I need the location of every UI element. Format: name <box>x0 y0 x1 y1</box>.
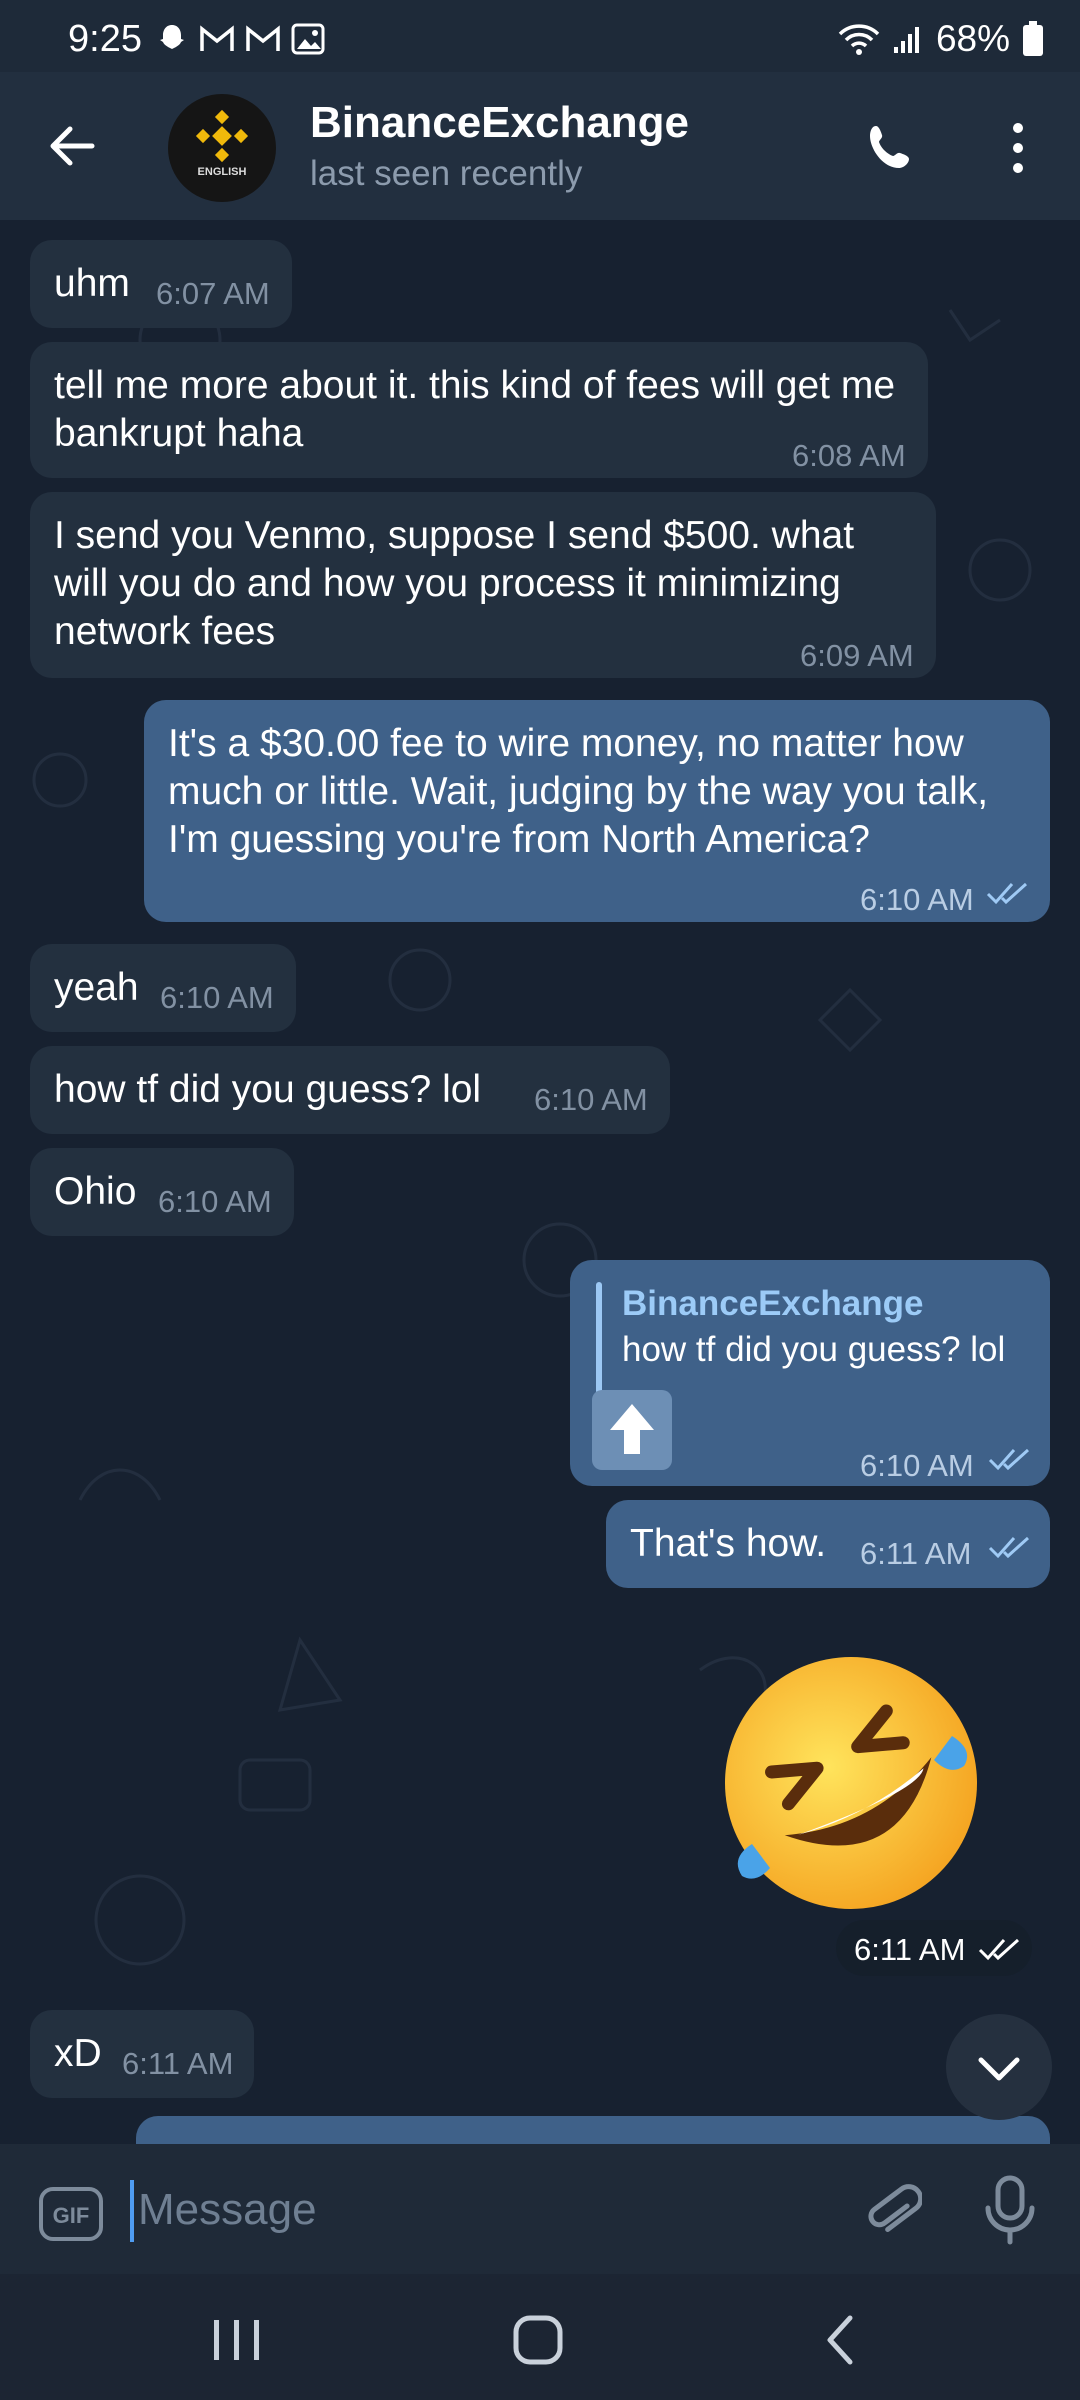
reply-author[interactable]: BinanceExchange <box>622 1280 924 1328</box>
scroll-to-bottom-button[interactable] <box>946 2014 1052 2120</box>
message-text: I send you Venmo, suppose I send $500. w… <box>54 514 855 653</box>
message-composer: GIF <box>0 2144 1080 2274</box>
recent-apps-icon[interactable] <box>206 2310 266 2370</box>
message-text: That's how. <box>630 1522 827 1565</box>
last-seen-status: last seen recently <box>310 154 583 193</box>
double-check-icon <box>988 1448 1030 1471</box>
wifi-icon <box>838 24 880 55</box>
message-time: 6:11 AM <box>122 2046 234 2081</box>
chat-title[interactable]: BinanceExchange <box>310 98 689 148</box>
double-check-icon <box>978 1938 1020 1961</box>
chevron-down-icon <box>978 2057 1020 2081</box>
message-text: yeah <box>54 966 139 1009</box>
mic-icon[interactable] <box>980 2174 1040 2246</box>
chat-header: ENGLISH BinanceExchange last seen recent… <box>0 72 1080 220</box>
notification-icons <box>155 22 325 56</box>
image-icon <box>291 23 325 55</box>
gmail-icon <box>246 25 280 51</box>
text-cursor <box>130 2180 134 2242</box>
gmail-icon <box>200 25 234 51</box>
avatar[interactable]: ENGLISH <box>168 94 276 202</box>
message-outgoing[interactable]: That's how. 6:11 AM <box>606 1500 1050 1588</box>
binance-logo-icon <box>195 109 249 163</box>
back-nav-icon[interactable] <box>812 2310 872 2370</box>
message-input[interactable] <box>136 2174 840 2246</box>
message-incoming[interactable]: uhm 6:07 AM <box>30 240 292 328</box>
home-icon[interactable] <box>508 2310 568 2370</box>
system-status: 68% <box>838 18 1044 60</box>
snapchat-icon <box>160 25 184 49</box>
sticker-time-badge: 6:11 AM <box>836 1920 1032 1976</box>
message-incoming[interactable]: Ohio 6:10 AM <box>30 1148 294 1236</box>
message-text: It's a $30.00 fee to wire money, no matt… <box>168 722 989 861</box>
attach-icon[interactable] <box>862 2180 922 2246</box>
message-outgoing-partial[interactable] <box>136 2116 1050 2144</box>
message-time: 6:08 AM <box>792 438 906 473</box>
more-vert-icon[interactable] <box>1000 118 1036 178</box>
double-check-icon <box>986 882 1028 905</box>
phone-icon[interactable] <box>862 120 918 176</box>
avatar-caption: ENGLISH <box>197 166 247 178</box>
back-arrow-icon[interactable] <box>44 118 100 174</box>
rofl-emoji-sticker[interactable] <box>716 1648 986 1918</box>
message-incoming[interactable]: I send you Venmo, suppose I send $500. w… <box>30 492 936 678</box>
battery-icon <box>1023 21 1043 56</box>
message-time: 6:10 AM <box>158 1184 272 1219</box>
message-outgoing[interactable]: It's a $30.00 fee to wire money, no matt… <box>144 700 1050 922</box>
message-time: 6:11 AM <box>860 1536 972 1571</box>
message-outgoing-reply[interactable]: BinanceExchange how tf did you guess? lo… <box>570 1260 1050 1486</box>
svg-text:GIF: GIF <box>53 2203 90 2228</box>
message-text: tell me more about it. this kind of fees… <box>54 364 896 455</box>
message-text: how tf did you guess? lol <box>54 1068 482 1111</box>
message-text: xD <box>54 2032 102 2075</box>
message-time: 6:10 AM <box>160 980 274 1015</box>
message-incoming[interactable]: tell me more about it. this kind of fees… <box>30 342 928 478</box>
message-time: 6:10 AM <box>860 882 974 917</box>
message-text: uhm <box>54 262 130 305</box>
message-time: 6:11 AM <box>854 1932 966 1967</box>
message-time: 6:10 AM <box>860 1448 974 1483</box>
message-list[interactable]: uhm 6:07 AM tell me more about it. this … <box>0 220 1080 2144</box>
message-text: Ohio <box>54 1170 137 1213</box>
system-navigation-bar <box>0 2274 1080 2400</box>
signal-icon <box>893 27 919 53</box>
message-time: 6:07 AM <box>156 276 270 311</box>
battery-percentage: 68% <box>935 18 1010 59</box>
upload-arrow-image[interactable] <box>592 1390 672 1470</box>
message-incoming[interactable]: yeah 6:10 AM <box>30 944 296 1032</box>
status-bar: 9:25 68% <box>0 0 1080 72</box>
message-incoming[interactable]: how tf did you guess? lol 6:10 AM <box>30 1046 670 1134</box>
gif-icon[interactable]: GIF <box>38 2186 104 2242</box>
reply-quote-bar <box>596 1282 602 1394</box>
message-time: 6:10 AM <box>534 1082 648 1117</box>
up-arrow-icon <box>610 1404 654 1454</box>
status-time: 9:25 <box>68 18 142 60</box>
message-time: 6:09 AM <box>800 638 914 673</box>
reply-quoted-text: how tf did you guess? lol <box>622 1330 1006 1369</box>
double-check-icon <box>988 1536 1030 1559</box>
message-incoming[interactable]: xD 6:11 AM <box>30 2010 254 2098</box>
